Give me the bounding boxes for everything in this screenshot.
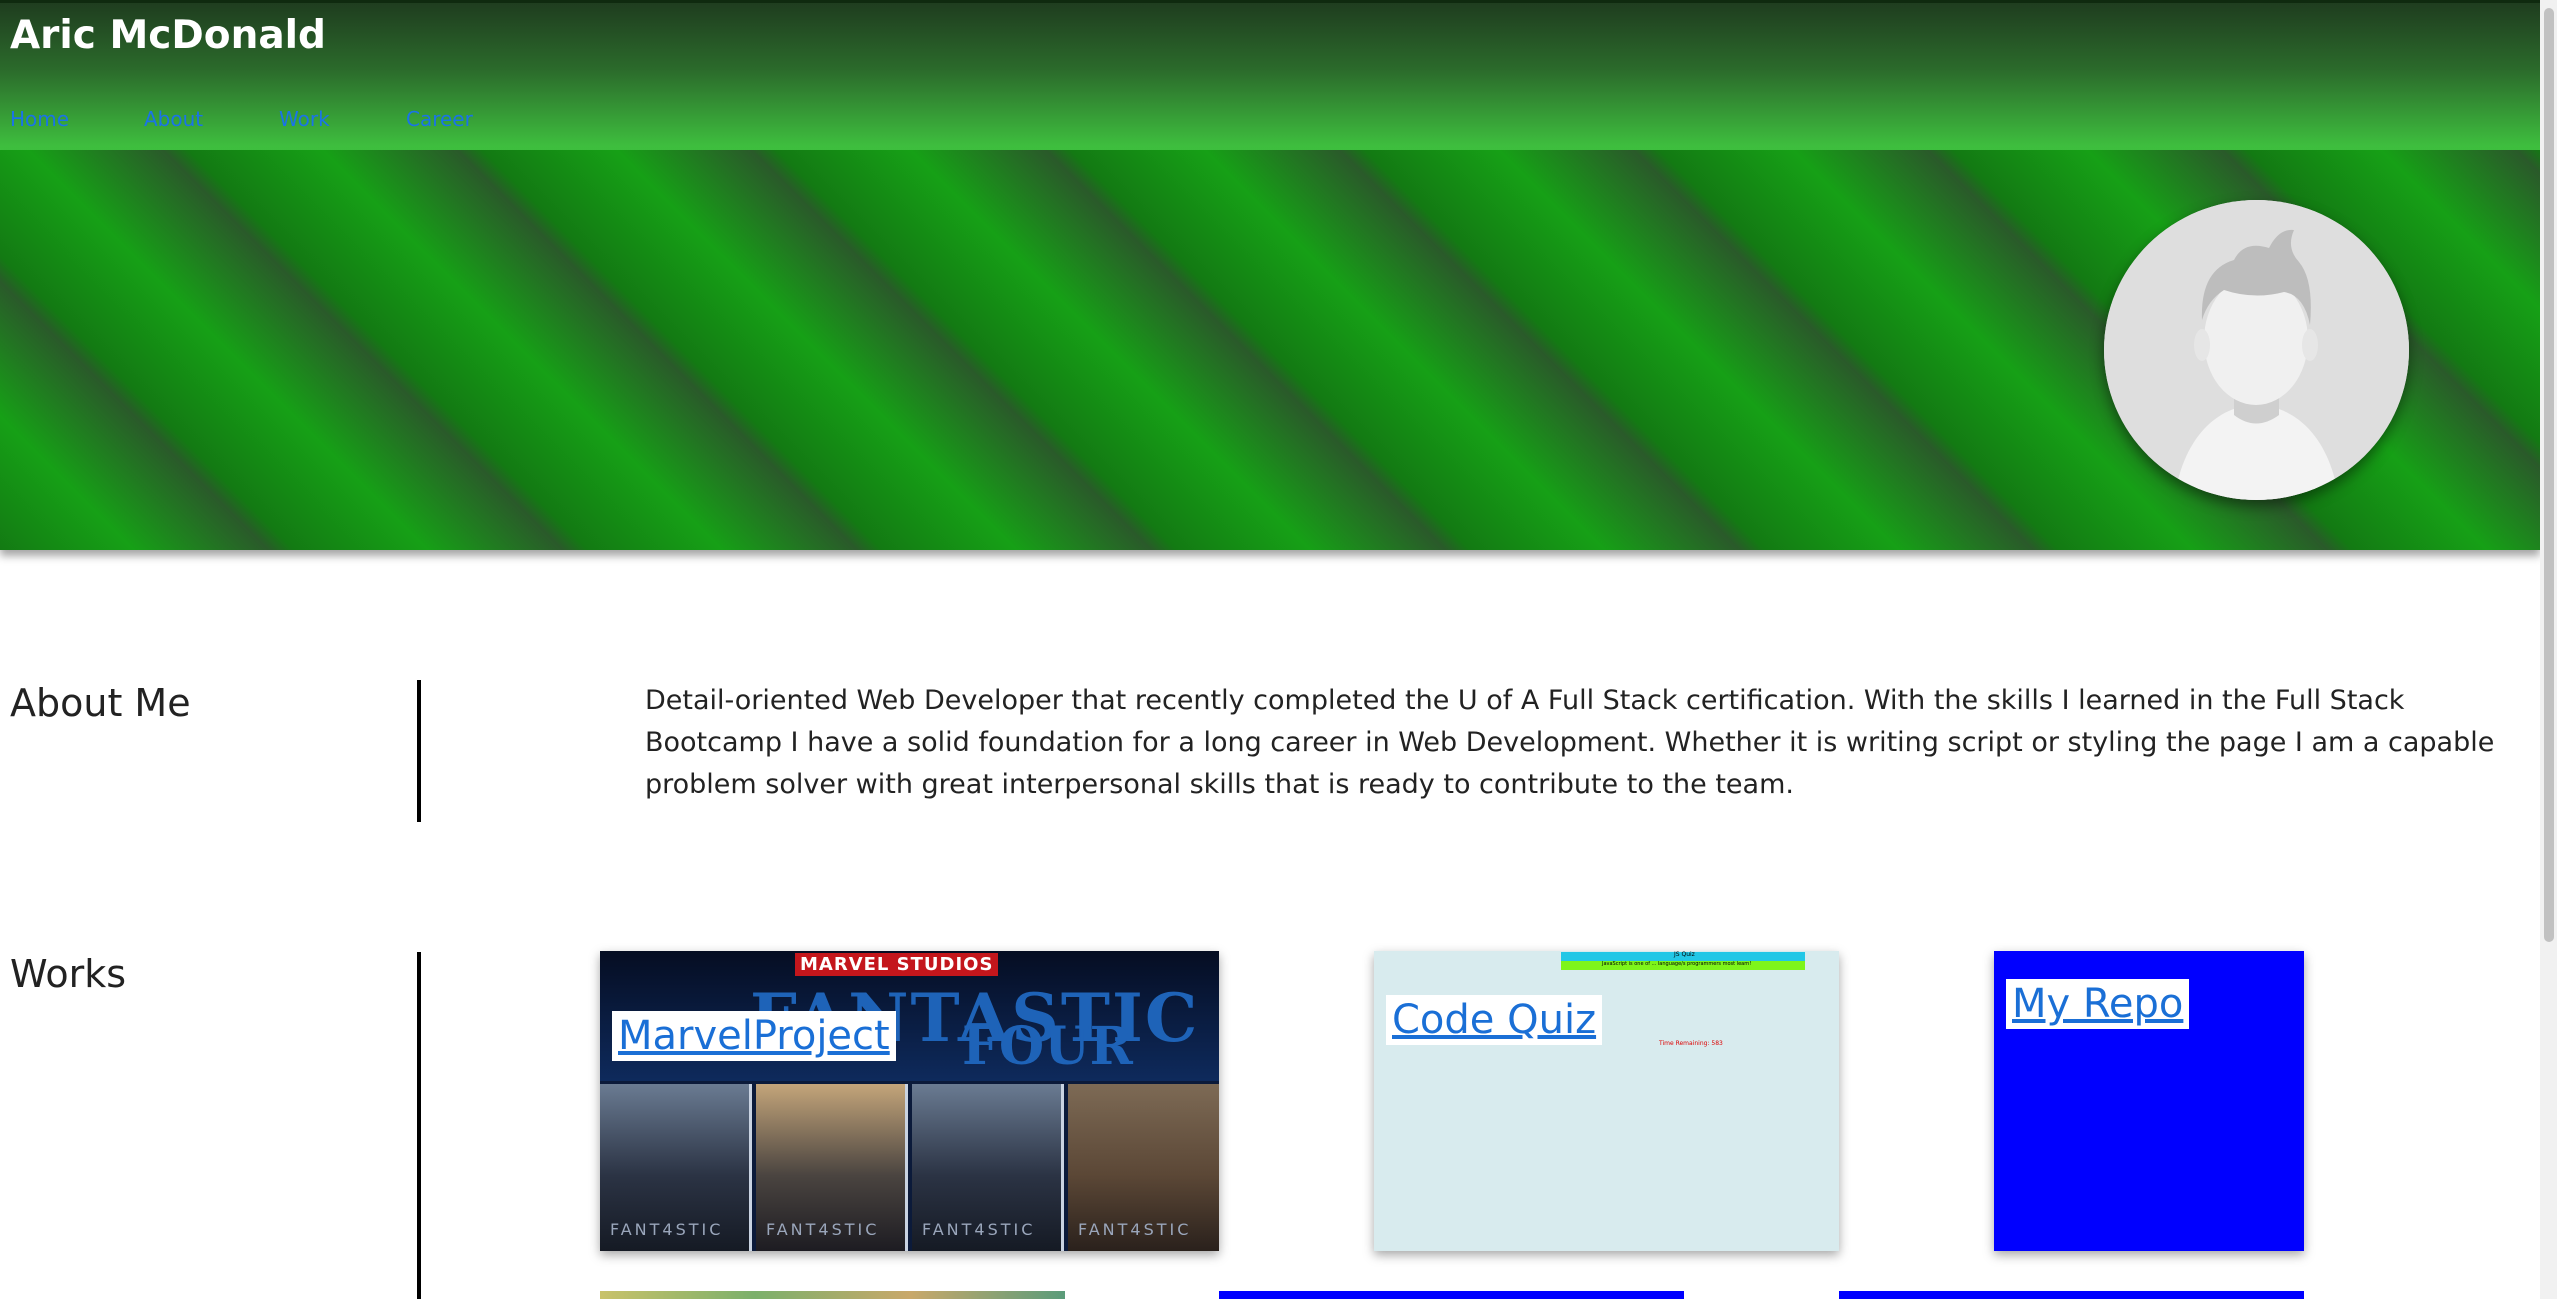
work-card-partial[interactable] — [1839, 1291, 2304, 1299]
poster-subtitle: FOUR — [962, 1016, 1133, 1077]
work-card-partial[interactable] — [600, 1291, 1065, 1299]
quiz-question: JavaScript is one of ... language/s prog… — [1602, 961, 1752, 967]
work-card-marvel[interactable]: MARVEL STUDIOS FANTASTIC FOUR FANT4STIC … — [600, 951, 1219, 1251]
page-scrollbar[interactable] — [2540, 0, 2557, 1299]
code-quiz-link[interactable]: Code Quiz — [1386, 995, 1603, 1045]
nav-link-career[interactable]: Career — [406, 107, 473, 131]
work-card-partial[interactable] — [1219, 1291, 1684, 1299]
site-title: Aric McDonald — [10, 13, 326, 58]
poster-character-panel: FANT4STIC — [912, 1084, 1064, 1251]
nav-link-work[interactable]: Work — [279, 107, 330, 131]
poster-character-panel: FANT4STIC — [756, 1084, 908, 1251]
nav-link-about[interactable]: About — [144, 107, 203, 131]
hero-banner — [0, 150, 2540, 550]
about-heading: About Me — [10, 681, 191, 725]
nav-link-home[interactable]: Home — [10, 107, 69, 131]
poster-character-panel: FANT4STIC — [1068, 1084, 1219, 1251]
person-silhouette-icon — [2104, 200, 2409, 500]
quiz-title: JS Quiz — [1674, 951, 1695, 958]
work-card-repo[interactable]: My Repo — [1994, 951, 2304, 1251]
works-divider — [417, 952, 421, 1299]
site-header: Aric McDonald Home About Work Career — [0, 0, 2540, 150]
my-repo-link[interactable]: My Repo — [2006, 979, 2190, 1029]
works-heading: Works — [10, 952, 127, 996]
about-divider — [417, 680, 421, 822]
marvel-studios-logo: MARVEL STUDIOS — [795, 953, 999, 976]
work-card-code-quiz[interactable]: JS Quiz JavaScript is one of ... languag… — [1374, 951, 1839, 1251]
profile-avatar — [2104, 200, 2409, 500]
poster-character-panel: FANT4STIC — [600, 1084, 752, 1251]
scrollbar-thumb[interactable] — [2544, 8, 2554, 942]
marvel-project-link[interactable]: MarvelProject — [612, 1011, 896, 1061]
about-text: Detail-oriented Web Developer that recen… — [645, 685, 2495, 800]
quiz-timer: Time Remaining: 583 — [1659, 1040, 1723, 1047]
